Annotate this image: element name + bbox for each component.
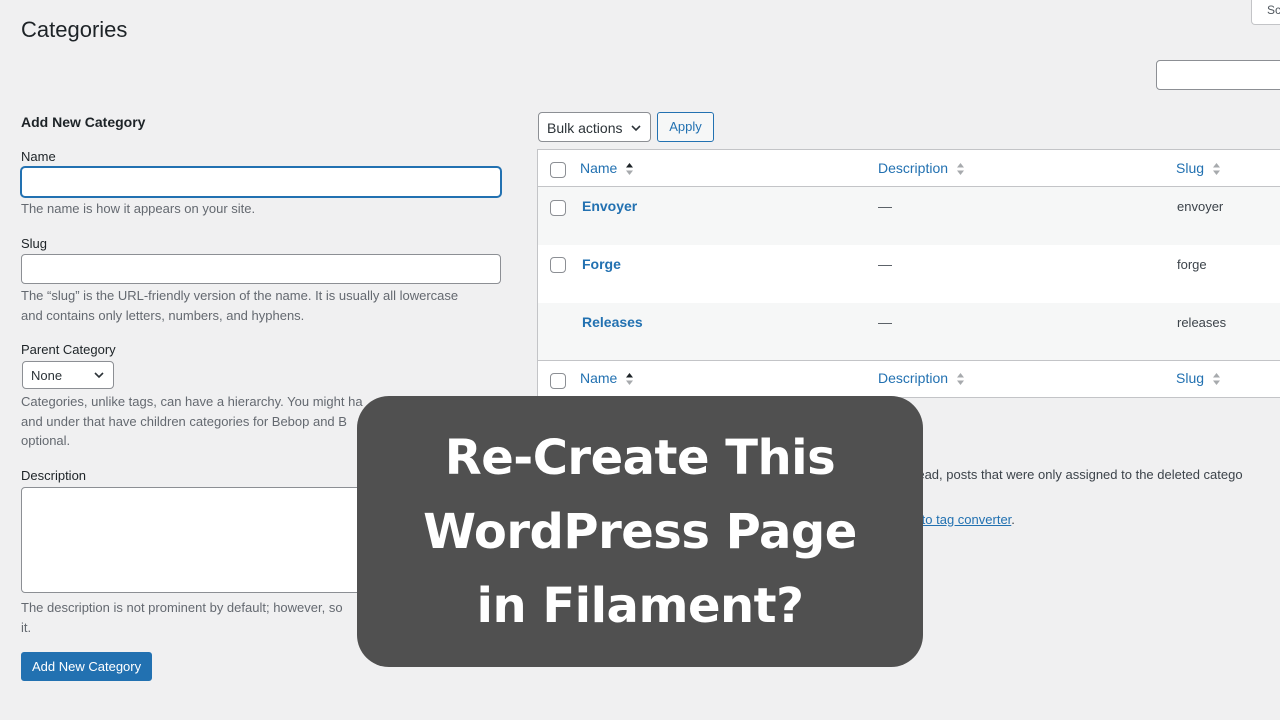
sort-icon — [1212, 373, 1220, 386]
slug-help-line: and contains only letters, numbers, and … — [21, 307, 305, 323]
name-input[interactable] — [21, 167, 501, 197]
column-footer-description[interactable]: Description — [878, 370, 965, 386]
select-all-checkbox[interactable] — [550, 373, 566, 389]
overlay-banner: Re-Create This WordPress Page in Filamen… — [357, 396, 923, 667]
sort-icon — [1212, 163, 1220, 176]
table-row: Envoyer — envoyer — [538, 187, 1280, 245]
parent-category-label: Parent Category — [21, 342, 116, 357]
add-new-category-button[interactable]: Add New Category — [21, 652, 153, 681]
apply-button[interactable]: Apply — [657, 112, 714, 142]
slug-input[interactable] — [21, 254, 501, 284]
category-name-link[interactable]: Forge — [582, 256, 621, 272]
parent-category-value: None — [31, 368, 63, 383]
column-header-label: Slug — [1176, 160, 1205, 176]
name-label: Name — [21, 149, 56, 164]
delete-note: nstead, posts that were only assigned to… — [900, 467, 1243, 482]
column-footer-slug[interactable]: Slug — [1176, 370, 1221, 386]
column-header-slug[interactable]: Slug — [1176, 160, 1221, 176]
sort-ascending-icon — [626, 163, 634, 176]
column-footer-label: Description — [878, 370, 949, 386]
select-all-checkbox[interactable] — [550, 162, 566, 178]
converter-suffix: . — [1011, 512, 1015, 527]
sort-ascending-icon — [626, 373, 634, 386]
bulk-actions-value: Bulk actions — [547, 120, 623, 136]
column-header-description[interactable]: Description — [878, 160, 965, 176]
category-slug: envoyer — [1177, 199, 1224, 214]
table-footer-row: Name Description Slug — [538, 360, 1280, 397]
page-title: Categories — [21, 17, 128, 42]
row-checkbox[interactable] — [550, 200, 566, 216]
overlay-line: WordPress Page — [423, 503, 857, 560]
column-header-label: Name — [580, 160, 618, 176]
overlay-line: Re-Create This — [444, 429, 836, 486]
category-description: — — [878, 198, 892, 214]
category-name-link[interactable]: Releases — [582, 314, 643, 330]
column-header-name[interactable]: Name — [580, 160, 634, 176]
name-help: The name is how it appears on your site. — [21, 201, 256, 216]
chevron-down-icon — [94, 372, 104, 379]
column-header-label: Description — [878, 160, 949, 176]
column-footer-label: Name — [580, 370, 618, 386]
column-footer-name[interactable]: Name — [580, 370, 634, 386]
description-label: Description — [21, 468, 87, 483]
table-row: Forge — forge — [538, 245, 1280, 303]
category-description: — — [878, 256, 892, 272]
slug-help-line: The “slug” is the URL-friendly version o… — [21, 288, 459, 303]
form-heading: Add New Category — [21, 114, 146, 130]
table-header-row: Name Description Slug — [538, 150, 1280, 187]
category-name-link[interactable]: Envoyer — [582, 198, 637, 214]
categories-table: Name Description Slug Envoyer — envoyer … — [537, 149, 1280, 398]
overlay-text: Re-Create This WordPress Page in Filamen… — [423, 421, 857, 643]
row-checkbox[interactable] — [550, 257, 566, 273]
slug-label: Slug — [21, 236, 48, 251]
parent-category-select[interactable]: None — [22, 361, 114, 389]
category-description: — — [878, 314, 892, 330]
category-slug: forge — [1177, 257, 1207, 272]
category-slug: releases — [1177, 315, 1227, 330]
chevron-down-icon — [631, 125, 641, 132]
slug-help: The “slug” is the URL-friendly version o… — [21, 286, 501, 325]
bulk-actions-select[interactable]: Bulk actions — [538, 112, 651, 142]
overlay-line: in Filament? — [476, 577, 804, 634]
sort-icon — [956, 163, 964, 176]
column-footer-label: Slug — [1176, 370, 1205, 386]
table-row: Releases — releases — [538, 303, 1280, 360]
search-input[interactable] — [1156, 60, 1280, 90]
sort-icon — [956, 373, 964, 386]
screen-options-button[interactable]: Screen Options — [1251, 0, 1280, 25]
